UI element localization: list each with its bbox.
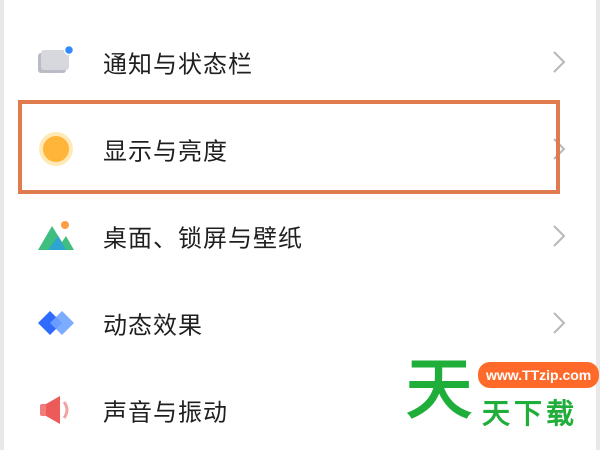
settings-item-notifications[interactable]: 通知与状态栏 [0, 18, 600, 105]
settings-item-sound[interactable]: 声音与振动 [0, 366, 600, 453]
settings-item-animation[interactable]: 动态效果 [0, 279, 600, 366]
settings-item-label: 动态效果 [103, 311, 203, 339]
chevron-right-icon [552, 224, 566, 248]
chevron-right-icon [552, 311, 566, 335]
settings-item-label: 显示与亮度 [103, 137, 228, 165]
settings-list: 通知与状态栏 显示与亮度 桌面、锁屏与壁纸 动态效果 声音与振动 [0, 18, 600, 453]
notification-icon [36, 42, 76, 82]
chevron-right-icon [552, 398, 566, 422]
settings-item-display-brightness[interactable]: 显示与亮度 [0, 105, 600, 192]
sound-icon [36, 390, 76, 430]
chevron-right-icon [552, 137, 566, 161]
brightness-icon [36, 129, 76, 169]
animation-icon [36, 303, 76, 343]
wallpaper-icon [36, 216, 76, 256]
chevron-right-icon [552, 50, 566, 74]
settings-item-label: 通知与状态栏 [103, 50, 253, 78]
settings-item-label: 桌面、锁屏与壁纸 [103, 224, 303, 252]
settings-item-label: 声音与振动 [103, 398, 228, 426]
settings-item-wallpaper[interactable]: 桌面、锁屏与壁纸 [0, 192, 600, 279]
